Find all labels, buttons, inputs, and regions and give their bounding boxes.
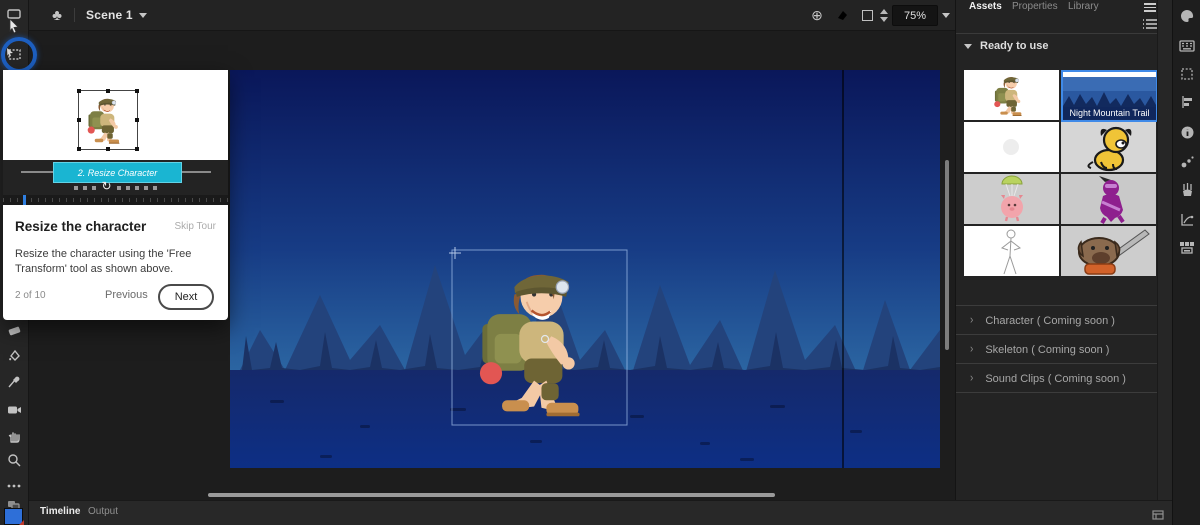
assets-panel: Assets Properties Library Ready to use N… [955, 0, 1173, 525]
center-stage-icon[interactable]: ⊕ [806, 0, 828, 30]
blocks-panel-icon[interactable] [1179, 240, 1195, 256]
scene-flower-icon[interactable]: ♣ [46, 0, 68, 30]
camera-tool-icon[interactable] [2, 398, 26, 422]
zoom-level-input[interactable]: 75% [892, 5, 938, 26]
eyedropper-tool-icon[interactable] [2, 370, 26, 394]
info-panel-icon[interactable] [1179, 124, 1195, 140]
mini-playhead [23, 195, 26, 205]
loop-icon[interactable]: ↻ [101, 181, 111, 191]
stage-vertical-scrollbar[interactable] [945, 160, 949, 350]
tab-output[interactable]: Output [88, 501, 118, 521]
color-palette-icon[interactable] [1179, 8, 1195, 24]
tour-video-controls: 2. Resize Character ↻ [3, 160, 228, 205]
mini-timeline-controls: ↻ [3, 183, 228, 193]
tour-highlight-ring [1, 37, 37, 73]
section-ready-to-use[interactable]: Ready to use [964, 40, 1048, 52]
mini-selection-box [78, 90, 138, 150]
particles-panel-icon[interactable] [1179, 153, 1195, 169]
timeline-options-icon[interactable] [1152, 507, 1164, 525]
chevron-right-icon: › [970, 314, 973, 327]
divider [956, 392, 1157, 393]
snapping-icon[interactable] [830, 0, 854, 30]
stage-canvas[interactable] [230, 70, 940, 468]
transform-panel-icon[interactable] [1179, 66, 1195, 82]
asset-thumb-pig-parachute[interactable] [964, 174, 1059, 224]
divider [956, 33, 1157, 34]
night-mountain-scene [230, 70, 940, 468]
tour-body-text: Resize the character using the 'Free Tra… [15, 247, 215, 278]
tour-progress: 2 of 10 [15, 290, 46, 301]
divider [74, 8, 75, 22]
skip-tour-link[interactable]: Skip Tour [174, 221, 216, 232]
fill-color-swatch[interactable] [4, 508, 23, 525]
mini-timeline-ruler [3, 195, 228, 205]
section-character-coming-soon[interactable]: › Character ( Coming soon ) [956, 305, 1157, 335]
object-drawing-icon[interactable] [856, 0, 878, 30]
tab-properties[interactable]: Properties [1012, 0, 1058, 13]
tab-library[interactable]: Library [1068, 0, 1099, 13]
previous-button[interactable]: Previous [105, 289, 148, 301]
animation-app-window: ♣ Scene 1 ⊕ 75% [0, 0, 1200, 525]
graph-panel-icon[interactable] [1179, 211, 1195, 227]
tour-video-preview [3, 70, 228, 160]
right-dock-strip [1172, 0, 1200, 525]
asset-thumb-purple-ninja[interactable] [1061, 174, 1156, 224]
stage-horizontal-scrollbar[interactable] [208, 493, 775, 497]
zoom-stepper[interactable] [877, 0, 891, 30]
panel-menu-icon[interactable] [1144, 3, 1156, 12]
puppet-panel-icon[interactable] [1179, 182, 1195, 198]
tab-timeline[interactable]: Timeline [40, 501, 80, 521]
hand-tool-icon[interactable] [2, 424, 26, 448]
align-panel-icon[interactable] [1179, 94, 1195, 110]
tour-footer: 2 of 10 Previous Next [15, 284, 216, 308]
scene-name-label: Scene 1 [86, 0, 133, 30]
tour-card: Resize the character Skip Tour Resize th… [3, 205, 228, 320]
chevron-right-icon: › [970, 372, 973, 385]
chevron-right-icon: › [970, 343, 973, 356]
next-button[interactable]: Next [158, 284, 214, 310]
asset-thumb-night-mountain-trail[interactable]: Night Mountain Trail [1061, 70, 1158, 122]
zoom-tool-icon[interactable] [2, 448, 26, 472]
paint-bucket-tool-icon[interactable] [2, 344, 26, 368]
asset-thumb-hiker[interactable] [964, 70, 1059, 120]
asset-thumb-sketch-figure[interactable] [964, 226, 1059, 276]
swatch-edit-marker [18, 520, 24, 525]
asset-thumb-blank[interactable] [964, 122, 1059, 172]
section-sound-clips-coming-soon[interactable]: › Sound Clips ( Coming soon ) [956, 363, 1157, 393]
eraser-tool-icon[interactable] [2, 318, 26, 342]
keyboard-panel-icon[interactable] [1179, 38, 1195, 54]
tour-step-banner: 2. Resize Character [53, 162, 182, 183]
asset-thumb-yellow-dog[interactable] [1061, 122, 1156, 172]
scene-dropdown-chevron[interactable] [134, 0, 152, 30]
top-bar: ♣ Scene 1 ⊕ 75% [28, 0, 955, 31]
tab-assets[interactable]: Assets [969, 0, 1002, 13]
asset-label-night-mountain-trail: Night Mountain Trail [1063, 107, 1156, 119]
asset-thumb-dog-with-sword[interactable] [1061, 226, 1156, 276]
section-skeleton-coming-soon[interactable]: › Skeleton ( Coming soon ) [956, 334, 1157, 364]
chevron-down-icon [964, 44, 972, 49]
bottom-panel-bar: Timeline Output [28, 500, 1172, 525]
tour-popup: 2. Resize Character ↻ Resize the charact… [3, 70, 228, 320]
selection-tool-icon[interactable] [2, 14, 26, 38]
zoom-dropdown-chevron[interactable] [938, 0, 954, 30]
